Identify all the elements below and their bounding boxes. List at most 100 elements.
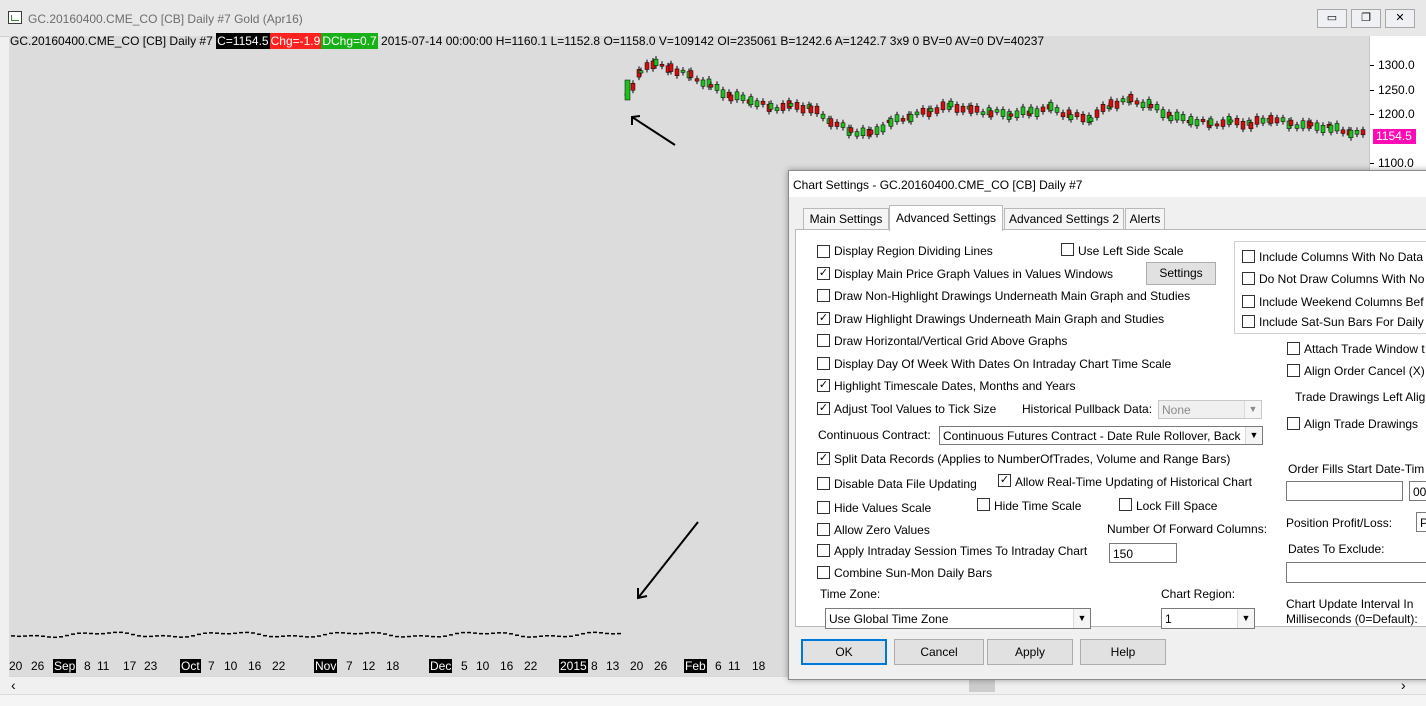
highlight-timescale-checkbox[interactable]: ✓ bbox=[817, 379, 830, 392]
display-region-dividing-lines-checkbox[interactable] bbox=[817, 245, 830, 258]
forward-columns-input[interactable]: 150 bbox=[1109, 543, 1177, 563]
candle-body bbox=[137, 635, 141, 637]
candle-body bbox=[908, 114, 914, 122]
minimize-button[interactable]: ▭ bbox=[1317, 9, 1347, 28]
tab-advanced-settings-2[interactable]: Advanced Settings 2 bbox=[1004, 208, 1124, 230]
candle-body bbox=[1200, 119, 1206, 122]
chart-region-label: Chart Region: bbox=[1161, 587, 1236, 601]
candle-body bbox=[461, 631, 465, 634]
continuous-contract-select[interactable]: Continuous Futures Contract - Date Rule … bbox=[939, 426, 1263, 445]
candle-body bbox=[563, 635, 567, 638]
hide-values-scale-label: Hide Values Scale bbox=[834, 501, 932, 515]
candle-body bbox=[203, 632, 207, 634]
restore-button[interactable]: ❐ bbox=[1351, 9, 1381, 28]
display-main-price-graph-values-checkbox[interactable]: ✓ bbox=[817, 267, 830, 280]
price-tick: 1100.0 bbox=[1378, 156, 1414, 170]
time-scale-label: Oct bbox=[180, 659, 201, 673]
candle-body bbox=[1240, 120, 1246, 130]
candle-body bbox=[1080, 113, 1086, 123]
time-scale-label: 10 bbox=[224, 659, 238, 673]
apply-intraday-session-times-checkbox[interactable] bbox=[817, 544, 830, 557]
candle-body bbox=[419, 635, 423, 637]
hide-values-scale-checkbox[interactable] bbox=[817, 501, 830, 514]
do-not-draw-columns-checkbox[interactable] bbox=[1242, 272, 1255, 285]
time-zone-select[interactable]: Use Global Time Zone ▼ bbox=[825, 608, 1091, 629]
align-order-cancel-checkbox[interactable] bbox=[1287, 364, 1300, 377]
close-button[interactable]: ✕ bbox=[1385, 9, 1415, 28]
draw-non-highlight-checkbox[interactable] bbox=[817, 289, 830, 302]
candle-body bbox=[860, 127, 866, 136]
chart-region-select[interactable]: 1 ▼ bbox=[1161, 608, 1255, 629]
tab-advanced-settings[interactable]: Advanced Settings bbox=[889, 205, 1003, 231]
scroll-left-arrow-icon[interactable]: ‹ bbox=[11, 677, 16, 693]
include-weekend-columns-checkbox[interactable] bbox=[1242, 295, 1255, 308]
order-fills-time-input[interactable]: 00 bbox=[1409, 481, 1426, 501]
candle-body bbox=[299, 635, 303, 638]
candle-body bbox=[848, 127, 854, 133]
candle-body bbox=[335, 631, 339, 634]
ok-button[interactable]: OK bbox=[801, 639, 887, 665]
candle-body bbox=[828, 118, 834, 127]
candle-body bbox=[1140, 101, 1146, 108]
apply-button[interactable]: Apply bbox=[987, 639, 1073, 665]
attach-trade-window-checkbox[interactable] bbox=[1287, 342, 1300, 355]
display-day-of-week-checkbox[interactable] bbox=[817, 357, 830, 370]
candle-body bbox=[788, 103, 794, 107]
time-scale-label: 20 bbox=[630, 659, 644, 673]
settings-button[interactable]: Settings bbox=[1146, 262, 1216, 285]
time-scale-label: 16 bbox=[500, 659, 514, 673]
scrollbar-thumb[interactable] bbox=[969, 678, 995, 692]
candle-body bbox=[1320, 124, 1326, 133]
candle-body bbox=[934, 107, 940, 114]
include-sat-sun-bars-checkbox[interactable] bbox=[1242, 315, 1255, 328]
tab-main-settings[interactable]: Main Settings bbox=[803, 208, 889, 230]
disable-data-file-updating-checkbox[interactable] bbox=[817, 477, 830, 490]
candle-body bbox=[1014, 110, 1020, 119]
adjust-tool-values-label: Adjust Tool Values to Tick Size bbox=[834, 402, 997, 416]
position-pl-select[interactable]: Poin bbox=[1416, 512, 1426, 532]
align-trade-drawings-checkbox[interactable] bbox=[1287, 417, 1300, 430]
candle-body bbox=[668, 63, 674, 72]
dates-to-exclude-input[interactable] bbox=[1286, 562, 1426, 583]
candle-body bbox=[149, 635, 153, 638]
candle-body bbox=[101, 632, 105, 635]
candle-body bbox=[1260, 117, 1266, 124]
candle-body bbox=[491, 632, 495, 635]
candle-body bbox=[167, 635, 171, 637]
display-main-price-graph-values-label: Display Main Price Graph Values in Value… bbox=[834, 267, 1114, 281]
combine-sun-mon-checkbox[interactable] bbox=[817, 566, 830, 579]
hide-time-scale-checkbox[interactable] bbox=[977, 498, 990, 511]
candle-body bbox=[35, 634, 39, 637]
order-fills-date-input[interactable] bbox=[1286, 481, 1403, 501]
include-columns-no-data-checkbox[interactable] bbox=[1242, 250, 1255, 263]
candle-body bbox=[485, 632, 489, 635]
candle-body bbox=[227, 632, 231, 635]
candle-body bbox=[545, 635, 549, 637]
draw-highlight-label: Draw Highlight Drawings Underneath Main … bbox=[834, 312, 1165, 326]
help-button[interactable]: Help bbox=[1080, 639, 1166, 665]
candle-body bbox=[1060, 112, 1066, 118]
candle-body bbox=[1314, 122, 1320, 131]
allow-realtime-updating-checkbox[interactable]: ✓ bbox=[998, 474, 1011, 487]
lock-fill-space-checkbox[interactable] bbox=[1119, 498, 1132, 511]
lock-fill-space-label: Lock Fill Space bbox=[1136, 499, 1218, 513]
draw-highlight-checkbox[interactable]: ✓ bbox=[817, 312, 830, 325]
draw-grid-above-checkbox[interactable] bbox=[817, 334, 830, 347]
candle-body bbox=[900, 118, 906, 122]
tab-alerts[interactable]: Alerts bbox=[1125, 208, 1165, 230]
allow-zero-values-checkbox[interactable] bbox=[817, 523, 830, 536]
time-scale-label: 20 bbox=[9, 659, 23, 673]
candle-body bbox=[443, 635, 447, 637]
candle-body bbox=[125, 632, 129, 634]
use-left-side-scale-checkbox[interactable] bbox=[1061, 243, 1074, 256]
historical-pullback-value: None bbox=[1162, 403, 1191, 417]
split-data-records-checkbox[interactable]: ✓ bbox=[817, 452, 830, 465]
time-scale-label: 8 bbox=[84, 659, 91, 673]
time-scale-label: 16 bbox=[248, 659, 262, 673]
dialog-titlebar[interactable]: Chart Settings - GC.20160400.CME_CO [CB]… bbox=[789, 171, 1426, 197]
candle-body bbox=[1160, 109, 1166, 118]
candle-body bbox=[1100, 104, 1106, 112]
adjust-tool-values-checkbox[interactable]: ✓ bbox=[817, 402, 830, 415]
chart-app-icon bbox=[8, 11, 22, 24]
cancel-button[interactable]: Cancel bbox=[894, 639, 984, 665]
